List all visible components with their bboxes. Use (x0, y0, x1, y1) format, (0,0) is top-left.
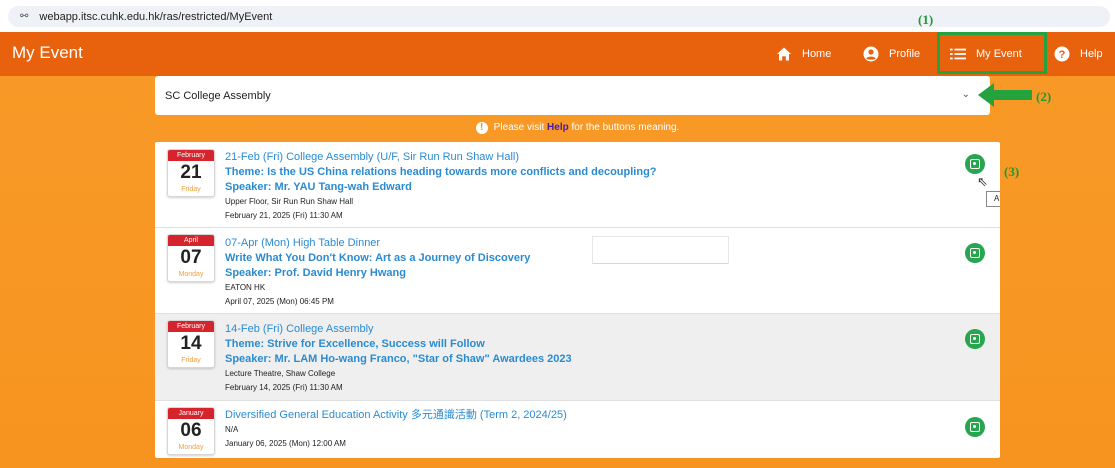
event-venue: EATON HK (225, 283, 266, 292)
attended-badge-icon[interactable] (965, 417, 985, 437)
event-theme[interactable]: Theme: Strive for Excellence, Success wi… (225, 337, 572, 352)
callout-label-1: (1) (918, 12, 934, 27)
notice-text-after: for the buttons meaning. (568, 122, 680, 133)
nav-profile-label: Profile (889, 48, 921, 60)
calendar-month: February (168, 150, 214, 161)
blank-panel (592, 236, 729, 264)
calendar-icon: April 07 Monday (167, 234, 215, 282)
event-title[interactable]: 14-Feb (Fri) College Assembly (225, 322, 572, 337)
event-speaker[interactable]: Speaker: Prof. David Henry Hwang (225, 266, 530, 281)
event-title[interactable]: 21-Feb (Fri) College Assembly (U/F, Sir … (225, 150, 657, 165)
attended-badge-icon[interactable] (965, 154, 985, 174)
calendar-month: April (168, 235, 214, 246)
event-list: February 21 Friday 21-Feb (Fri) College … (155, 142, 1000, 458)
calendar-icon: February 21 Friday (167, 149, 215, 197)
event-datetime: January 06, 2025 (Mon) 12:00 AM (225, 439, 346, 448)
event-item: February 14 Friday 14-Feb (Fri) College … (155, 314, 1000, 401)
page-title: My Event (12, 43, 83, 62)
callout-highlight-my-event (937, 32, 1047, 74)
nav-help[interactable]: ? Help (1054, 32, 1103, 76)
url-text: webapp.itsc.cuhk.edu.hk/ras/restricted/M… (39, 10, 273, 23)
event-item: February 21 Friday 21-Feb (Fri) College … (155, 142, 1000, 228)
event-datetime: April 07, 2025 (Mon) 06:45 PM (225, 297, 334, 306)
nav-home[interactable]: Home (776, 32, 831, 76)
url-field[interactable]: ⚯ webapp.itsc.cuhk.edu.hk/ras/restricted… (8, 6, 1110, 27)
browser-address-bar: ⚯ webapp.itsc.cuhk.edu.hk/ras/restricted… (0, 0, 1115, 32)
event-item: April 07 Monday 07-Apr (Mon) High Table … (155, 228, 1000, 314)
event-speaker[interactable]: Speaker: Mr. YAU Tang-wah Edward (225, 180, 657, 195)
callout-label-2: (2) (1036, 89, 1052, 104)
exclamation-icon: ! (475, 122, 488, 134)
callout-arrow-icon (978, 83, 1032, 107)
home-icon (776, 46, 792, 62)
calendar-icon: January 06 Monday (167, 407, 215, 455)
calendar-month: February (168, 321, 214, 332)
event-theme[interactable]: Write What You Don't Know: Art as a Jour… (225, 251, 530, 266)
nav-profile[interactable]: Profile (863, 32, 920, 76)
calendar-month: January (168, 408, 214, 419)
notice-text-before: Please visit (493, 122, 548, 133)
help-circle-icon: ? (1054, 46, 1070, 62)
attended-badge-icon[interactable] (965, 329, 985, 349)
calendar-day: 06 (180, 420, 202, 441)
selected-event-group: SC College Assembly (165, 89, 271, 102)
attended-badge-icon[interactable] (965, 243, 985, 263)
calendar-weekday: Monday (178, 271, 204, 278)
event-venue: N/A (225, 425, 239, 434)
site-settings-icon[interactable]: ⚯ (20, 11, 28, 22)
calendar-day: 14 (180, 333, 202, 354)
callout-label-3: (3) (1004, 164, 1020, 179)
event-datetime: February 21, 2025 (Fri) 11:30 AM (225, 211, 343, 220)
attended-tooltip: Attended (986, 191, 1000, 207)
event-title[interactable]: 07-Apr (Mon) High Table Dinner (225, 236, 530, 251)
calendar-icon: February 14 Friday (167, 320, 215, 368)
page: My Event Home Profile My Event ? Help SC… (0, 12, 1115, 468)
event-datetime: February 14, 2025 (Fri) 11:30 AM (225, 383, 343, 392)
help-link[interactable]: Help (547, 122, 569, 133)
chevron-down-icon: ⌄ (961, 89, 970, 100)
event-venue: Upper Floor, Sir Run Run Shaw Hall (225, 197, 354, 206)
nav-home-label: Home (802, 48, 832, 60)
calendar-weekday: Monday (178, 444, 204, 451)
event-item: January 06 Monday Diversified General Ed… (155, 401, 1000, 458)
calendar-weekday: Friday (181, 186, 201, 193)
event-group-select[interactable]: SC College Assembly ⌄ (155, 76, 990, 115)
event-theme[interactable]: Theme: Is the US China relations heading… (225, 165, 657, 180)
calendar-day: 07 (180, 247, 202, 268)
calendar-day: 21 (180, 162, 202, 183)
help-notice: ! Please visit Help for the buttons meani… (155, 122, 1000, 134)
user-circle-icon (863, 46, 879, 62)
calendar-weekday: Friday (181, 357, 201, 364)
nav-help-label: Help (1080, 48, 1103, 60)
event-speaker[interactable]: Speaker: Mr. LAM Ho-wang Franco, "Star o… (225, 352, 572, 367)
event-title[interactable]: Diversified General Education Activity 多… (225, 408, 567, 423)
svg-text:?: ? (1059, 49, 1066, 61)
mouse-cursor-icon: ⇖ (977, 174, 988, 189)
event-venue: Lecture Theatre, Shaw College (225, 369, 336, 378)
